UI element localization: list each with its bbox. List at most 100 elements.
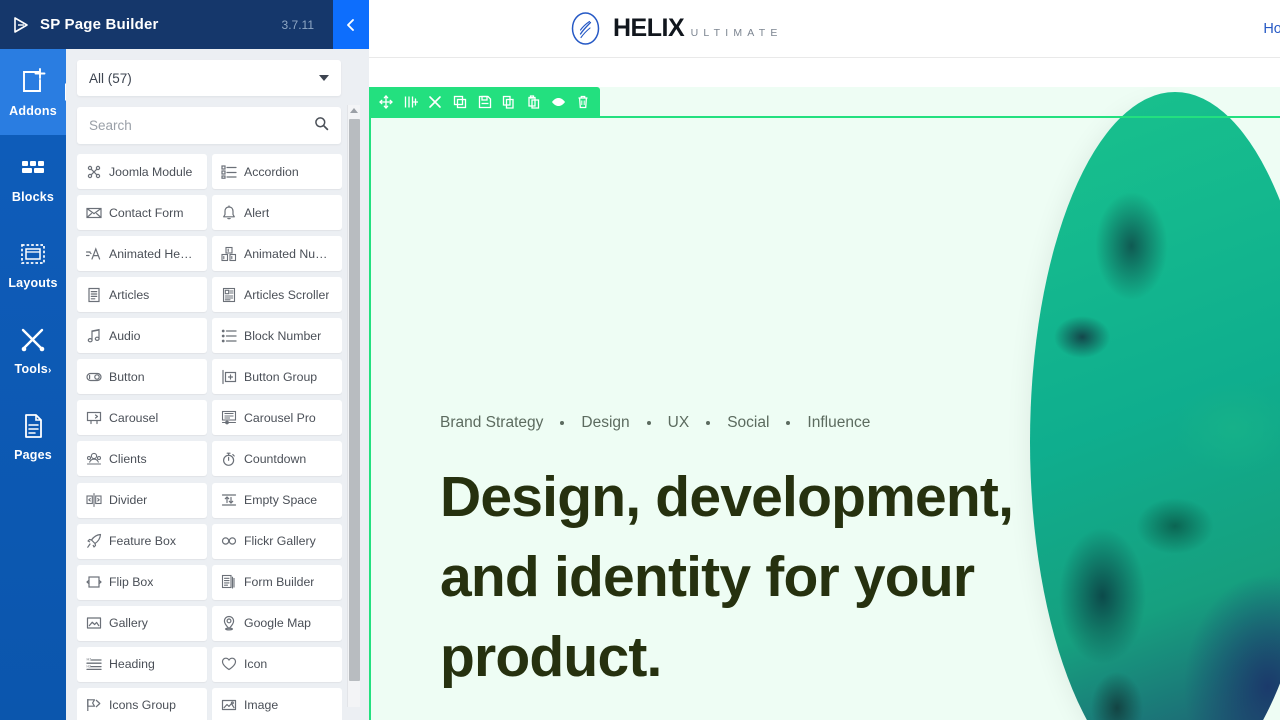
sidebar-item-layouts[interactable]: Layouts [0,221,66,307]
addon-item-accordion[interactable]: Accordion [212,154,342,189]
sidebar-item-addons[interactable]: Addons [0,49,66,135]
paste-icon[interactable] [521,87,546,117]
block-number-icon [220,327,237,344]
addon-item-carousel[interactable]: Carousel [77,400,207,435]
divider-icon [85,492,102,509]
addons-panel-inner: All (57) [66,60,352,720]
stopwatch-icon [220,450,237,467]
flickr-icon [220,533,237,550]
move-arrows-icon[interactable] [374,87,399,117]
addon-item-joomla-module[interactable]: Joomla Module [77,154,207,189]
addon-item-articles[interactable]: Articles [77,277,207,312]
addon-label: Flickr Gallery [244,534,316,548]
hero-tag: UX [668,414,690,432]
addon-list: Joomla Module Accordion Con [77,154,342,720]
builder-header: SP Page Builder 3.7.11 [0,0,333,49]
addon-item-divider[interactable]: Divider [77,483,207,518]
addon-label: Button Group [244,370,317,384]
addon-label: Audio [109,329,140,343]
bullet-dot-icon [786,421,790,425]
floppy-disk-icon[interactable] [472,87,497,117]
addon-item-heading[interactable]: H1 H2 Heading [77,647,207,682]
hero-tag: Social [727,414,769,432]
nav-link-home[interactable]: Home [1263,21,1280,37]
site-logo[interactable]: HELIX ULTIMATE [567,10,783,47]
joomla-icon [85,163,102,180]
addon-label: Animated Nu… [244,247,327,261]
addon-category-select[interactable]: All (57) [77,60,341,96]
copy-square-icon[interactable] [448,87,473,117]
layouts-icon [18,239,48,269]
addon-item-alert[interactable]: Alert [212,195,342,230]
builder-sidebar: Addons Blocks [0,49,66,720]
addon-item-carousel-pro[interactable]: Carousel Pro [212,400,342,435]
search-input[interactable] [89,118,304,133]
addon-item-button-group[interactable]: Button Group [212,359,342,394]
addon-item-button[interactable]: Button [77,359,207,394]
section-row: Brand Strategy Design UX Social Influenc… [369,87,1280,720]
hero-tag: Design [581,414,629,432]
eye-icon[interactable] [546,87,571,117]
sidebar-item-text: Tools [15,362,48,376]
addon-item-audio[interactable]: Audio [77,318,207,353]
article-icon [85,286,102,303]
animated-heading-icon [85,245,102,262]
columns-icon[interactable] [399,87,424,117]
addon-item-flickr-gallery[interactable]: Flickr Gallery [212,524,342,559]
addon-item-animated-heading[interactable]: Animated Hea… [77,236,207,271]
section-toolbar [369,87,600,117]
addon-item-empty-space[interactable]: Empty Space [212,483,342,518]
addon-item-clients[interactable]: Clients [77,441,207,476]
addon-item-flip-box[interactable]: Flip Box [77,565,207,600]
addon-item-countdown[interactable]: Countdown [212,441,342,476]
form-builder-icon [220,574,237,591]
addon-label: Empty Space [244,493,317,507]
addon-item-block-number[interactable]: Block Number [212,318,342,353]
scrollbar-thumb[interactable] [349,119,360,681]
bullet-dot-icon [706,421,710,425]
collapse-panel-button[interactable] [333,0,369,49]
addon-label: Contact Form [109,206,183,220]
clone-pages-icon[interactable] [497,87,522,117]
add-box-icon [18,67,48,97]
addon-item-form-builder[interactable]: Form Builder [212,565,342,600]
sidebar-item-pages[interactable]: Pages [0,393,66,479]
carousel-icon [85,409,102,426]
addon-item-icon[interactable]: Icon [212,647,342,682]
sidebar-item-label: Tools› [15,362,52,376]
addon-label: Flip Box [109,575,153,589]
trash-icon[interactable] [571,87,596,117]
hero-title: Design, development, and identity for yo… [440,457,1120,697]
addon-item-animated-number[interactable]: Animated Nu… [212,236,342,271]
search-icon[interactable] [314,116,329,136]
addon-item-gallery[interactable]: Gallery [77,606,207,641]
page-icon [18,411,48,441]
bullet-dot-icon [560,421,564,425]
sidebar-item-blocks[interactable]: Blocks [0,135,66,221]
addon-label: Icons Group [109,698,176,712]
addon-label: Articles [109,288,149,302]
rocket-icon [85,533,102,550]
articles-scroller-icon [220,286,237,303]
wrench-cross-icon[interactable] [423,87,448,117]
addon-item-articles-scroller[interactable]: Articles Scroller [212,277,342,312]
addon-search-box[interactable] [77,107,341,144]
addon-item-feature-box[interactable]: Feature Box [77,524,207,559]
site-header: HELIX ULTIMATE Home [369,0,1280,58]
accordion-icon [220,163,237,180]
addon-label: Heading [109,657,155,671]
play-triangle-icon [13,16,31,34]
sidebar-item-tools[interactable]: Tools› [0,307,66,393]
addons-scrollbar[interactable] [347,105,360,707]
sidebar-item-label: Layouts [8,276,57,290]
tools-icon [18,325,48,355]
addon-item-icons-group[interactable]: Icons Group [77,688,207,720]
scroll-up-arrow-icon[interactable] [350,108,358,113]
addon-item-contact-form[interactable]: Contact Form [77,195,207,230]
addon-label: Carousel [109,411,158,425]
addon-item-image[interactable]: Image [212,688,342,720]
page-builder-screen: SP Page Builder 3.7.11 Addons [0,0,1280,720]
site-nav: Home [1263,21,1280,37]
addon-item-google-map[interactable]: Google Map [212,606,342,641]
site-logo-sub: ULTIMATE [689,27,783,39]
